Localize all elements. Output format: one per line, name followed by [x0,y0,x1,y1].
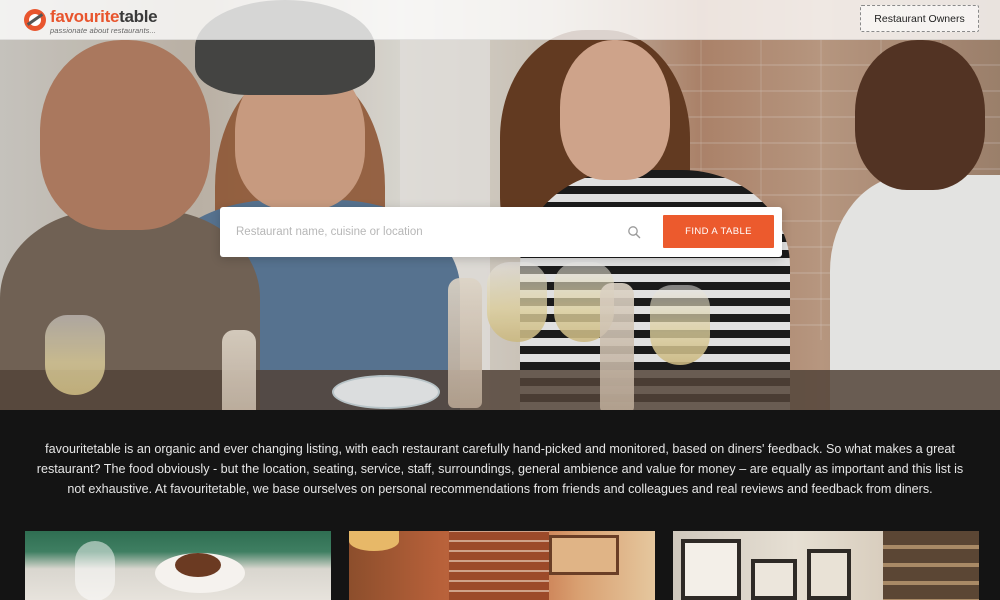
logo-wordmark: favouritetable [50,7,158,26]
hero-image [0,0,1000,410]
featured-restaurant-card[interactable] [349,531,655,600]
card-image-picture-frame [681,539,741,600]
card-image-picture-frame [751,559,797,600]
logo-tagline: passionate about restaurants... [50,26,157,35]
logo-text: favouritetable passionate about restaura… [50,7,158,35]
search-input[interactable] [236,217,636,247]
card-image-window [549,535,619,575]
featured-restaurant-card[interactable] [673,531,979,600]
site-logo[interactable]: favouritetable passionate about restaura… [24,7,158,35]
search-icon[interactable] [627,225,641,239]
restaurant-owners-button[interactable]: Restaurant Owners [860,5,979,32]
search-bar: FIND A TABLE [220,207,782,257]
card-image-picture-frame [807,549,851,600]
hero-overlay [0,0,1000,410]
featured-restaurant-card[interactable] [25,531,331,600]
card-image-glass [75,541,115,600]
card-image-shelf [883,531,979,600]
card-image-lamp [349,531,399,551]
find-a-table-button[interactable]: FIND A TABLE [663,215,774,248]
intro-text: favouritetable is an organic and ever ch… [36,442,964,496]
site-header: favouritetable passionate about restaura… [0,0,1000,40]
logo-mark-icon [24,9,46,31]
card-image-food [175,553,221,577]
logo-word-part1: favourite [50,7,120,26]
card-image-brick-wall [449,531,549,600]
logo-word-part2: table [119,7,158,26]
